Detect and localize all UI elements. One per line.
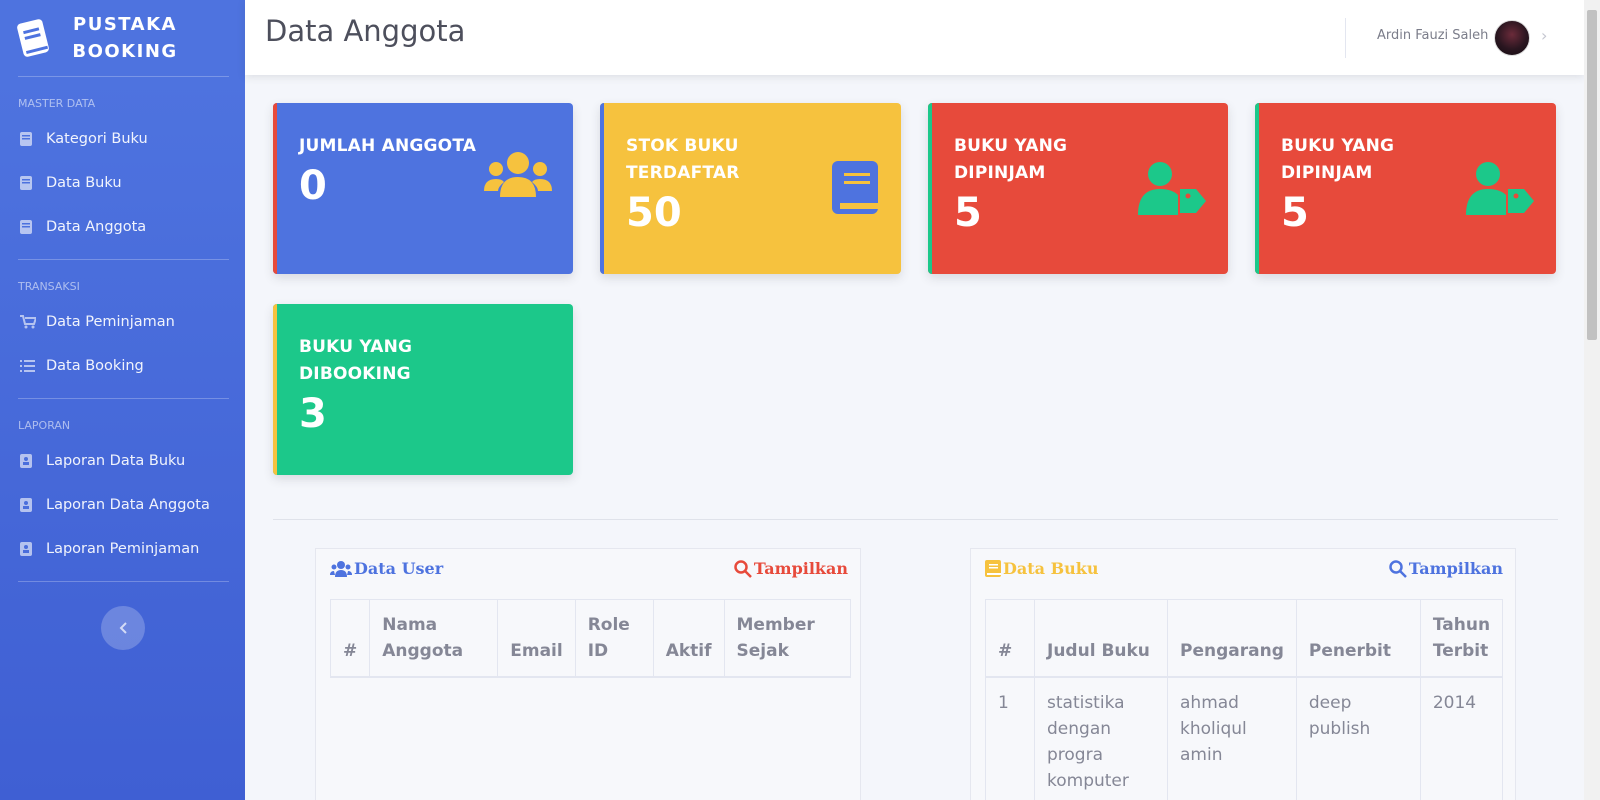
panel-title-text: Data User [354, 559, 444, 578]
cell-penerbit: deep publish [1295, 676, 1421, 800]
search-icon [1389, 559, 1407, 578]
card-title: BUKU YANG DIBOOKING [299, 337, 413, 384]
user-table: # Nama Anggota Email Role ID Aktif Membe… [329, 599, 851, 678]
col-judul-buku: Judul Buku [1034, 599, 1168, 678]
card-stok-buku: STOK BUKU TERDAFTAR 50 [600, 103, 901, 274]
brand[interactable]: PUSTAKA BOOKING [0, 0, 245, 76]
card-value: 0 [299, 163, 327, 209]
sidebar-heading-master-data: MASTER DATA [18, 97, 96, 110]
scrollbar-thumb[interactable] [1587, 10, 1597, 340]
table-row: 1 statistika dengan progra komputer ahma… [985, 676, 1504, 800]
tampilkan-label: Tampilkan [753, 559, 848, 578]
sidebar-item-laporan-data-buku[interactable]: Laporan Data Buku [0, 439, 245, 483]
book-icon [20, 176, 46, 190]
card-jumlah-anggota: JUMLAH ANGGOTA 0 [273, 103, 573, 274]
cell-number: 1 [985, 676, 1035, 800]
sidebar-item-label: Laporan Data Buku [46, 453, 186, 469]
sidebar-item-label: Laporan Data Anggota [46, 497, 210, 513]
sidebar-item-label: Kategori Buku [46, 131, 148, 147]
card-buku-dibooking: BUKU YANG DIBOOKING 3 [273, 304, 573, 475]
search-icon [734, 559, 752, 578]
tampilkan-label: Tampilkan [1408, 559, 1503, 578]
address-book-icon [20, 542, 46, 556]
address-book-icon [20, 498, 46, 512]
sidebar-item-kategori-buku[interactable]: Kategori Buku [0, 117, 245, 161]
tampilkan-buku-button[interactable]: Tampilkan [1389, 559, 1503, 578]
sidebar-item-data-buku[interactable]: Data Buku [0, 161, 245, 205]
card-title: JUMLAH ANGGOTA [299, 136, 477, 156]
col-penerbit: Penerbit [1295, 599, 1421, 678]
sidebar-heading-laporan: LAPORAN [18, 419, 71, 432]
card-value: 50 [626, 190, 682, 236]
sidebar-item-label: Data Anggota [46, 219, 147, 235]
users-icon [330, 560, 352, 577]
sidebar: PUSTAKA BOOKING MASTER DATA Kategori Buk… [0, 0, 245, 800]
cell-tahun-terbit: 2014 [1419, 676, 1504, 800]
users-icon [484, 152, 552, 197]
sidebar-item-label: Data Buku [46, 175, 122, 191]
book-icon [832, 161, 878, 214]
brand-name: PUSTAKA BOOKING [72, 14, 178, 62]
data-buku-panel: Data Buku Tampilkan # Judul Buku Pengara… [970, 548, 1516, 800]
data-user-panel: Data User Tampilkan # Nama Anggota Email… [315, 548, 861, 800]
col-number: # [329, 599, 371, 678]
page-scrollbar[interactable] [1584, 0, 1600, 800]
panel-title-text: Data Buku [1003, 559, 1099, 578]
sidebar-heading-transaksi: TRANSAKSI [18, 280, 80, 293]
address-book-icon [20, 454, 46, 468]
col-aktif: Aktif [652, 599, 725, 678]
chevron-right-icon[interactable]: › [1541, 26, 1547, 45]
book-table: # Judul Buku Pengarang Penerbit Tahun Te… [985, 599, 1504, 800]
col-pengarang: Pengarang [1167, 599, 1297, 678]
book-icon [985, 560, 1001, 577]
card-value: 3 [299, 391, 327, 437]
col-email: Email [497, 599, 576, 678]
table-header-row: # Nama Anggota Email Role ID Aktif Membe… [329, 599, 851, 678]
list-icon [20, 360, 46, 372]
sidebar-item-label: Data Peminjaman [46, 314, 175, 330]
panel-title: Data Buku [985, 559, 1098, 578]
col-tahun-terbit: Tahun Terbit [1419, 599, 1504, 678]
col-number: # [985, 599, 1035, 678]
card-buku-dipinjam: BUKU YANG DIPINJAM 5 [1255, 103, 1556, 274]
sidebar-divider [18, 581, 229, 582]
tampilkan-user-button[interactable]: Tampilkan [734, 559, 848, 578]
topbar-divider [1345, 18, 1346, 58]
card-title: BUKU YANG DIPINJAM [1281, 136, 1395, 183]
sidebar-item-laporan-peminjaman[interactable]: Laporan Peminjaman [0, 527, 245, 571]
section-divider [273, 519, 1558, 520]
sidebar-item-data-booking[interactable]: Data Booking [0, 344, 245, 388]
user-tag-icon [1138, 162, 1206, 215]
page-title: Data Anggota [265, 14, 466, 48]
cell-pengarang: ahmad kholiqul amin [1167, 676, 1297, 800]
col-role-id: Role ID [574, 599, 654, 678]
sidebar-item-data-peminjaman[interactable]: Data Peminjaman [0, 300, 245, 344]
card-value: 5 [954, 190, 982, 236]
cart-icon [20, 315, 46, 329]
book-logo-icon [17, 19, 49, 57]
sidebar-item-label: Laporan Peminjaman [46, 541, 200, 557]
col-member-sejak: Member Sejak [723, 599, 851, 678]
cell-judul-buku: statistika dengan progra komputer [1034, 676, 1168, 800]
sidebar-item-data-anggota[interactable]: Data Anggota [0, 205, 245, 249]
user-tag-icon [1466, 162, 1534, 215]
chevron-left-icon [119, 622, 127, 634]
user-name[interactable]: Ardin Fauzi Saleh [1377, 28, 1488, 43]
sidebar-item-laporan-data-anggota[interactable]: Laporan Data Anggota [0, 483, 245, 527]
avatar[interactable] [1494, 20, 1530, 56]
book-icon [20, 220, 46, 234]
panel-title: Data User [330, 559, 443, 578]
card-title: STOK BUKU TERDAFTAR [626, 136, 740, 183]
topbar: Data Anggota Ardin Fauzi Saleh › [245, 0, 1584, 75]
card-title: BUKU YANG DIPINJAM [954, 136, 1068, 183]
col-nama-anggota: Nama Anggota [369, 599, 499, 678]
table-header-row: # Judul Buku Pengarang Penerbit Tahun Te… [985, 599, 1504, 678]
sidebar-item-label: Data Booking [46, 358, 144, 374]
book-icon [20, 132, 46, 146]
card-buku-dipinjam: BUKU YANG DIPINJAM 5 [928, 103, 1228, 274]
sidebar-toggle-button[interactable] [101, 606, 145, 650]
card-value: 5 [1281, 190, 1309, 236]
